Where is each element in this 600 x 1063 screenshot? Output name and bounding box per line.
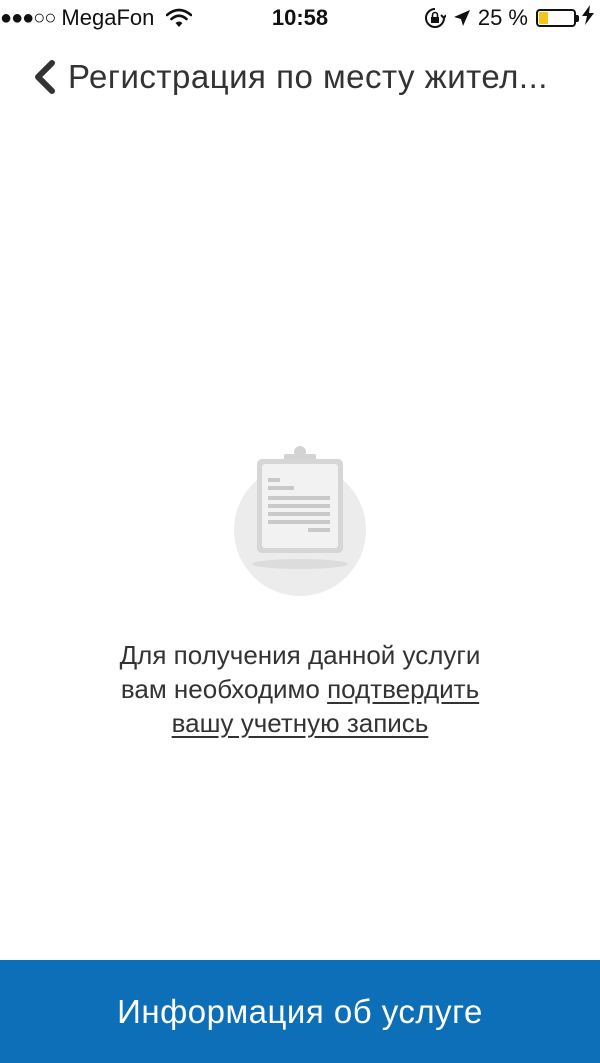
orientation-lock-icon [424, 7, 447, 29]
service-info-button[interactable]: Информация об услуге [0, 960, 600, 1063]
confirm-account-link-continued[interactable]: вашу учетную запись [172, 708, 429, 738]
bolt-icon [582, 5, 594, 31]
message-line-1: Для получения данной услуги [119, 640, 481, 670]
page-title: Регистрация по месту жител... [68, 58, 548, 95]
status-bar: ●●●○○ MegaFon 10:58 25 % [0, 0, 600, 38]
message-line-2-prefix: вам необходимо [120, 674, 328, 704]
battery-tip [576, 15, 579, 22]
clipboard-document-icon [230, 440, 370, 600]
location-arrow-icon [452, 7, 472, 29]
back-button[interactable] [30, 60, 60, 94]
status-right: 25 % [424, 5, 594, 31]
battery-icon [536, 9, 579, 27]
battery-fill [539, 12, 548, 24]
empty-state-message: Для получения данной услуги вам необходи… [0, 638, 600, 740]
nav-bar: Регистрация по месту жител... [0, 38, 600, 118]
chevron-left-icon [35, 60, 55, 94]
confirm-account-link[interactable]: подтвердить [327, 674, 479, 704]
battery-percent: 25 % [477, 5, 528, 30]
screen: ●●●○○ MegaFon 10:58 25 % Регистрация по … [0, 0, 600, 1063]
